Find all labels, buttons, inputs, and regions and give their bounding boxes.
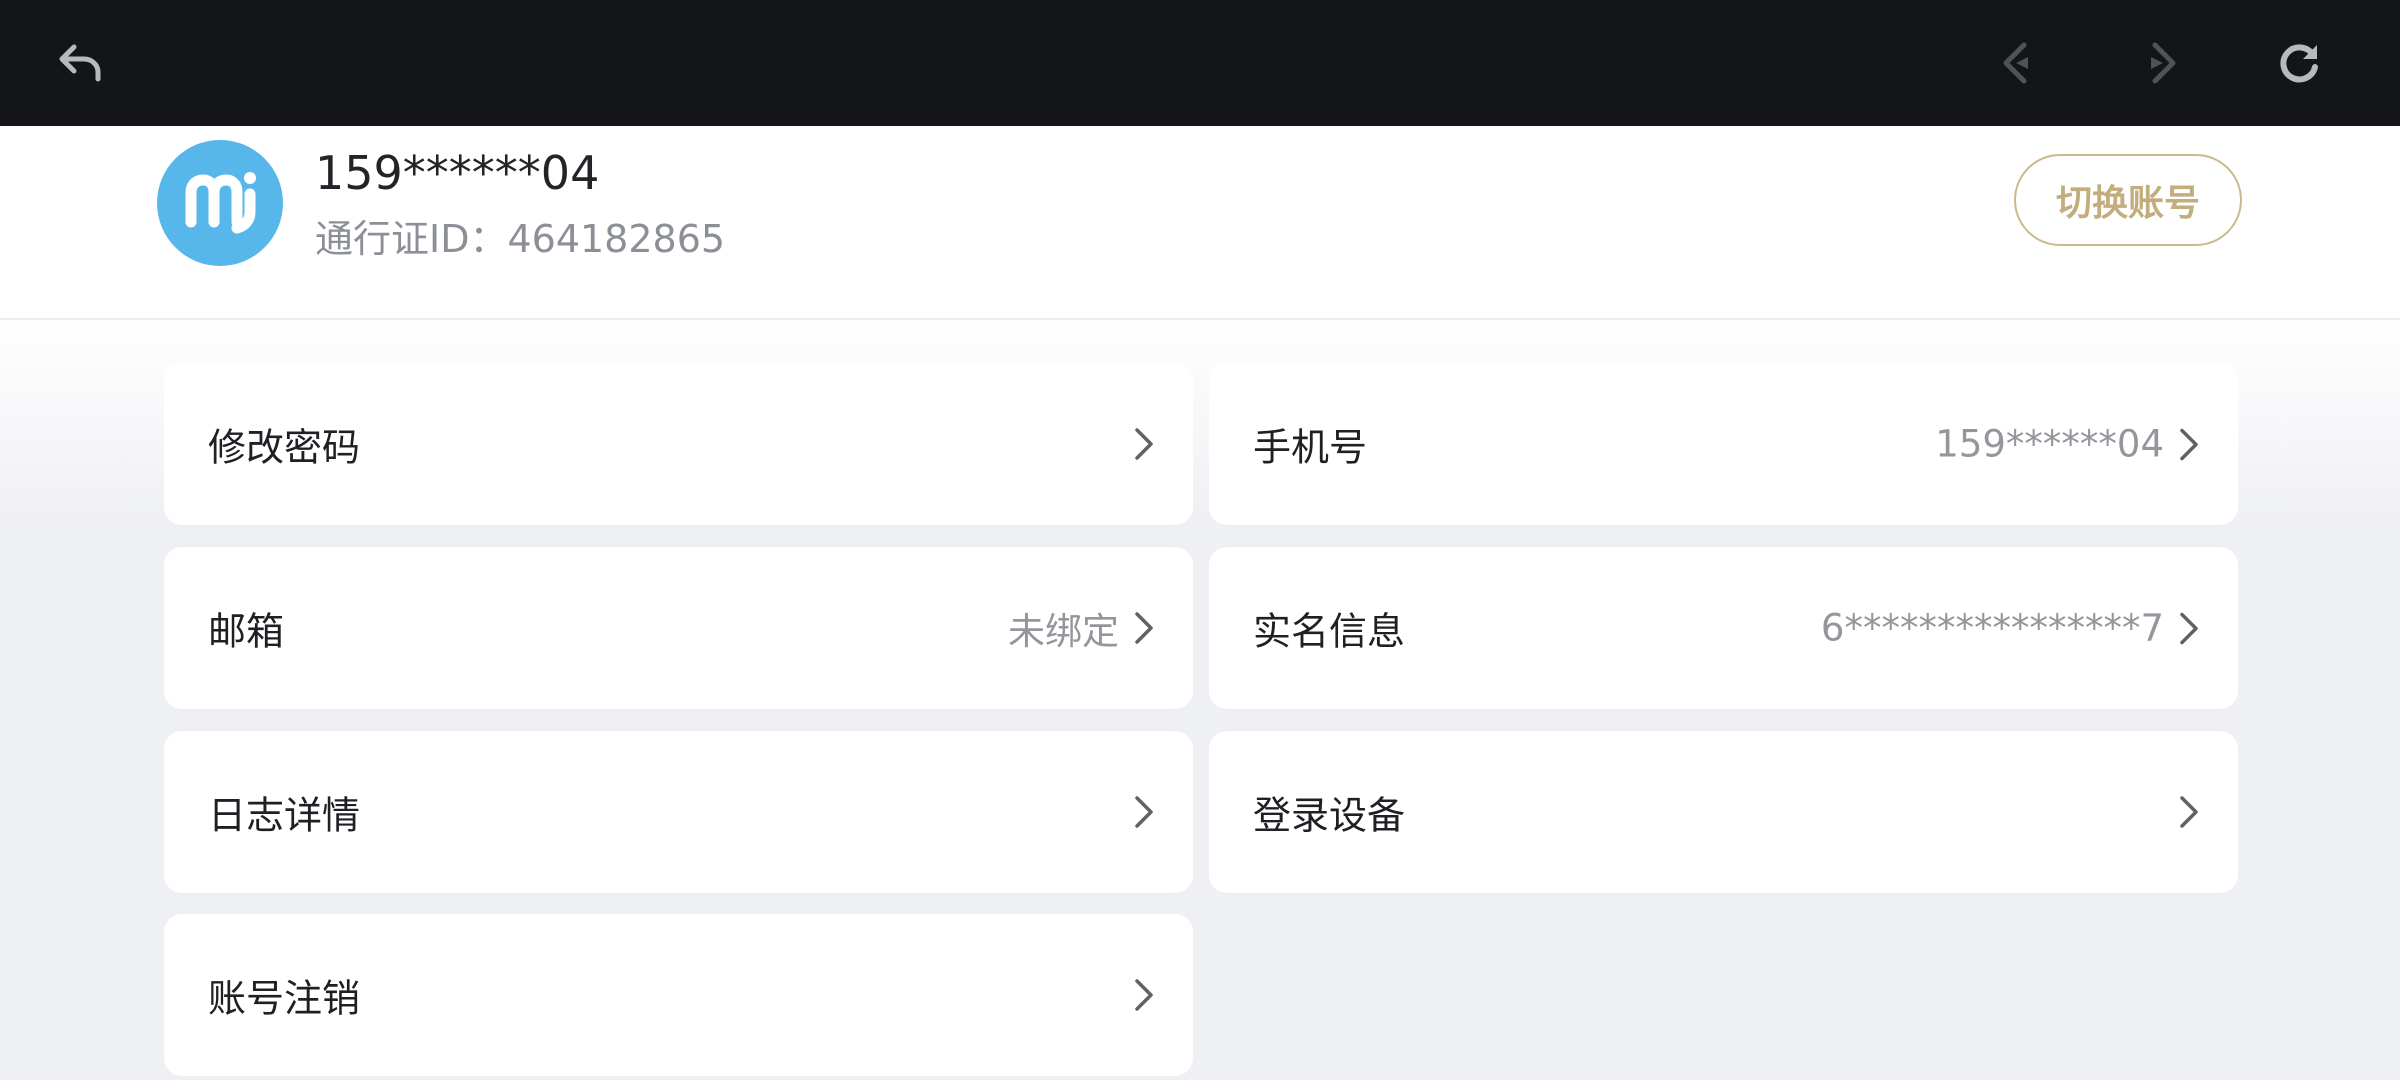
back-button[interactable] <box>50 33 110 93</box>
menu-item-log-details[interactable]: 日志详情 <box>164 731 1193 893</box>
chevron-right-icon <box>1131 792 1157 832</box>
refresh-icon <box>2280 44 2318 83</box>
nav-prev-icon <box>2003 42 2028 84</box>
switch-account-button[interactable]: 切换账号 <box>2014 154 2242 246</box>
back-arrow-icon <box>59 44 101 82</box>
menu-item-change-password[interactable]: 修改密码 <box>164 363 1193 525</box>
menu-item-label: 修改密码 <box>208 425 361 470</box>
refresh-button[interactable] <box>2269 33 2329 93</box>
nav-next-button[interactable] <box>2129 33 2189 93</box>
mi-logo-icon <box>185 172 256 234</box>
menu-item-email[interactable]: 邮箱 未绑定 <box>164 547 1193 709</box>
avatar[interactable] <box>157 140 283 266</box>
chevron-right-icon <box>2176 792 2202 832</box>
chevron-right-icon <box>1131 424 1157 464</box>
passport-id: 通行证ID：464182865 <box>315 217 726 261</box>
menu-item-value: 159******04 <box>1935 422 2164 466</box>
account-header: 159******04 通行证ID：464182865 切换账号 <box>0 126 2400 320</box>
account-name: 159******04 <box>315 146 600 200</box>
nav-prev-button[interactable] <box>1990 33 2050 93</box>
menu-item-delete-account[interactable]: 账号注销 <box>164 914 1193 1076</box>
menu-item-label: 日志详情 <box>208 793 361 838</box>
top-toolbar <box>0 0 2400 126</box>
chevron-right-icon <box>2176 424 2202 464</box>
nav-next-icon <box>2151 42 2176 84</box>
chevron-right-icon <box>2176 608 2202 648</box>
menu-item-label: 手机号 <box>1253 425 1368 470</box>
chevron-right-icon <box>1131 975 1157 1015</box>
menu-item-value: 6****************7 <box>1820 606 2164 650</box>
menu-item-login-devices[interactable]: 登录设备 <box>1209 731 2238 893</box>
menu-item-real-name[interactable]: 实名信息 6****************7 <box>1209 547 2238 709</box>
menu-item-label: 账号注销 <box>208 976 361 1021</box>
menu-item-phone[interactable]: 手机号 159******04 <box>1209 363 2238 525</box>
menu-item-value: 未绑定 <box>1008 610 1119 653</box>
menu-item-label: 邮箱 <box>208 609 285 654</box>
menu-item-label: 实名信息 <box>1253 609 1406 654</box>
menu-item-label: 登录设备 <box>1253 793 1406 838</box>
chevron-right-icon <box>1131 608 1157 648</box>
